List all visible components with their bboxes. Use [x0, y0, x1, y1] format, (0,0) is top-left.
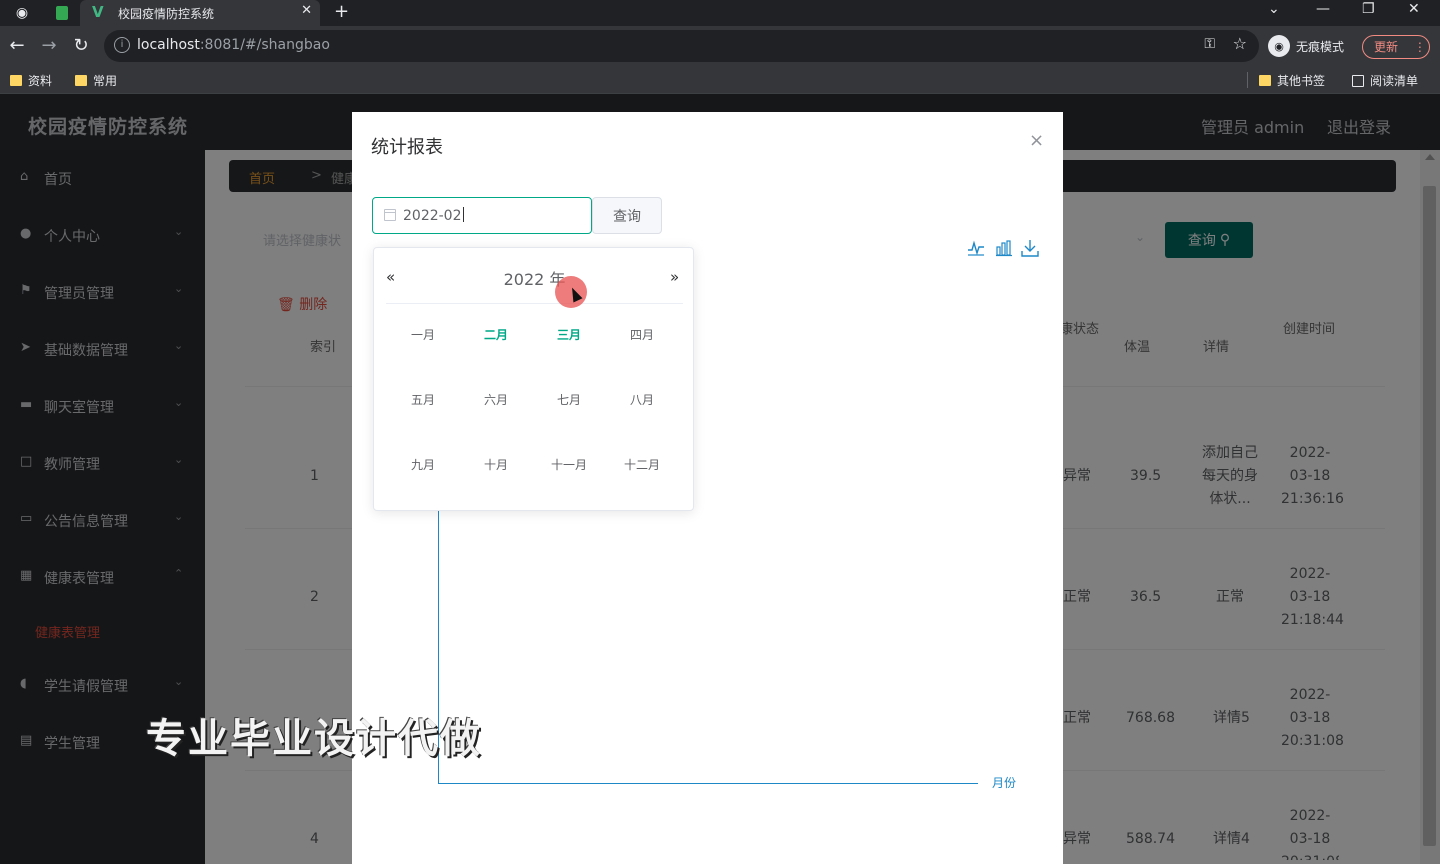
sheet-tab-icon[interactable]	[52, 3, 72, 23]
watermark: 专业毕业设计代做	[146, 716, 482, 762]
restore-icon[interactable]: ❐	[1362, 1, 1375, 17]
new-tab-button[interactable]: +	[334, 1, 349, 22]
update-label: 更新	[1374, 40, 1399, 54]
folder-icon	[75, 75, 87, 86]
close-window-icon[interactable]: ✕	[1408, 1, 1420, 17]
tab-close-icon[interactable]: ✕	[301, 3, 312, 18]
address-bar[interactable]: i localhost:8081/#/shangbao ⚿ ☆	[104, 30, 1259, 62]
incognito-label: 无痕模式	[1296, 39, 1345, 54]
minimize-icon[interactable]: —	[1316, 1, 1330, 17]
reading-list[interactable]: 阅读清单	[1352, 72, 1418, 89]
back-icon[interactable]: ←	[6, 34, 28, 56]
download-icon[interactable]	[1021, 239, 1039, 257]
month-cell[interactable]: 三月	[539, 323, 599, 347]
month-cell[interactable]: 十一月	[539, 453, 599, 477]
browser-toolbar: ← → ↻ i localhost:8081/#/shangbao ⚿ ☆ ◉ …	[0, 26, 1440, 66]
info-icon[interactable]: i	[114, 37, 130, 53]
browser-tab-bar: ◉ V 校园疫情防控系统 ✕ + ⌄ — ❐ ✕	[0, 0, 1440, 26]
tab-search-icon[interactable]: ⌄	[1268, 1, 1280, 17]
globe-icon[interactable]: ◉	[12, 3, 32, 23]
bookmarks-bar: 资料 常用 其他书签 阅读清单	[0, 66, 1440, 94]
month-input[interactable]: 2022-02	[372, 197, 592, 234]
x-axis-line	[438, 783, 978, 784]
line-chart-icon[interactable]	[967, 239, 985, 257]
picker-divider	[386, 303, 683, 304]
query-button-label: 查询	[613, 208, 641, 225]
folder-icon	[1259, 75, 1271, 86]
incognito-indicator[interactable]: ◉ 无痕模式	[1268, 34, 1344, 58]
month-cell[interactable]: 十二月	[612, 453, 672, 477]
month-cell[interactable]: 八月	[612, 388, 672, 412]
forward-icon[interactable]: →	[38, 34, 60, 56]
x-axis-label: 月份	[992, 776, 1017, 790]
bar-chart-icon[interactable]	[995, 239, 1013, 257]
update-button[interactable]: 更新 ⋮	[1362, 35, 1430, 59]
month-cell[interactable]: 九月	[393, 453, 453, 477]
dialog-title: 统计报表	[371, 137, 443, 158]
bookmark-folder-changyong[interactable]: 常用	[75, 72, 117, 89]
month-input-value: 2022-02	[403, 207, 464, 224]
month-cell[interactable]: 四月	[612, 323, 672, 347]
key-icon[interactable]: ⚿	[1204, 36, 1215, 52]
reading-list-label: 阅读清单	[1370, 74, 1419, 88]
incognito-icon: ◉	[1268, 35, 1290, 57]
url-text[interactable]: localhost:8081/#/shangbao	[137, 37, 330, 53]
bookmark-label: 资料	[28, 74, 53, 88]
next-year-icon[interactable]: »	[670, 268, 679, 286]
month-cell[interactable]: 五月	[393, 388, 453, 412]
tab-title: 校园疫情防控系统	[118, 7, 215, 21]
other-bookmarks[interactable]: 其他书签	[1259, 72, 1325, 89]
close-icon[interactable]: ×	[1029, 130, 1044, 151]
browser-tab-active[interactable]: V 校园疫情防控系统 ✕	[80, 0, 320, 26]
month-cell[interactable]: 六月	[466, 388, 526, 412]
month-picker: « 2022 年 » 一月 二月 三月 四月 五月 六月 七月 八月 九月 十月 十一月 十二月	[373, 247, 694, 511]
reload-icon[interactable]: ↻	[70, 34, 92, 56]
month-cell[interactable]: 十月	[466, 453, 526, 477]
vue-logo-icon: V	[92, 3, 104, 21]
bookmark-separator	[1247, 72, 1248, 88]
month-cell[interactable]: 二月	[466, 323, 526, 347]
star-icon[interactable]: ☆	[1233, 34, 1247, 53]
month-cell[interactable]: 一月	[393, 323, 453, 347]
folder-icon	[10, 75, 22, 86]
calendar-icon	[384, 209, 396, 221]
bookmark-folder-ziliao[interactable]: 资料	[10, 72, 52, 89]
query-button[interactable]: 查询	[592, 197, 662, 234]
other-bookmarks-label: 其他书签	[1277, 74, 1326, 88]
reading-list-icon	[1352, 74, 1364, 87]
picker-year[interactable]: 2022 年	[374, 266, 695, 290]
month-cell[interactable]: 七月	[539, 388, 599, 412]
bookmark-label: 常用	[93, 74, 118, 88]
